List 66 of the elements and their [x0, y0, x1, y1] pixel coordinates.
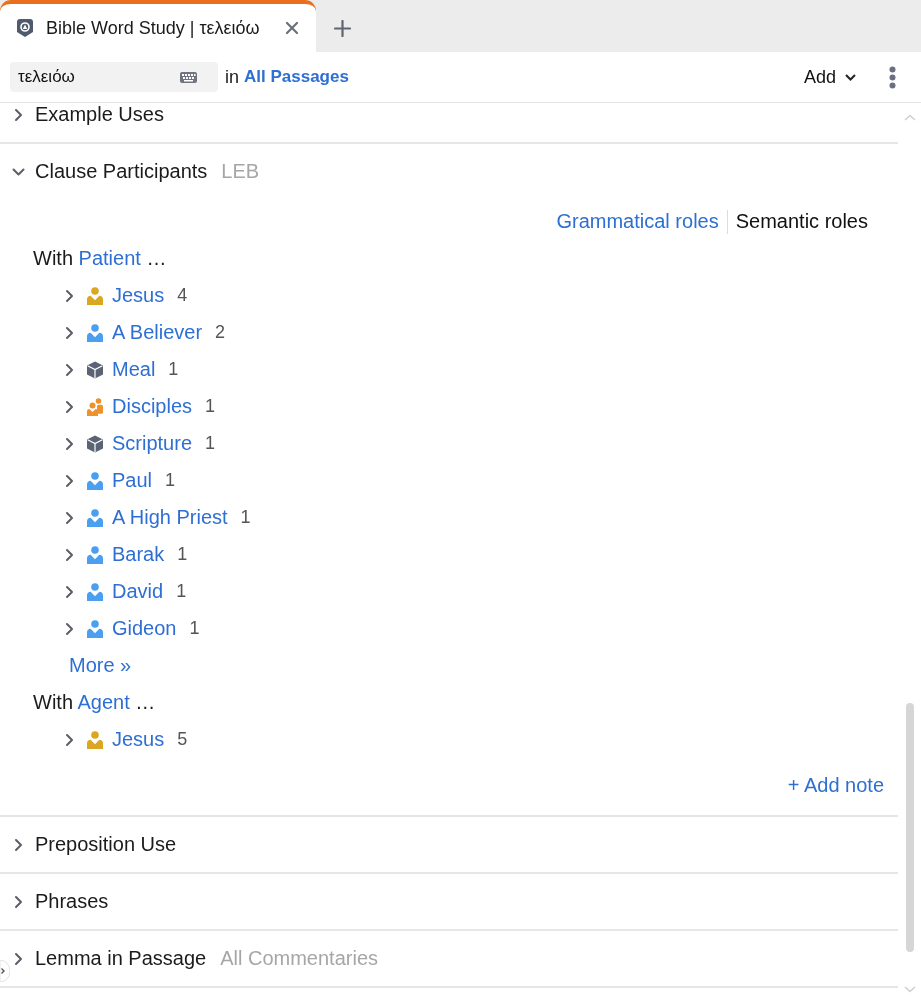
add-note-link[interactable]: + Add note	[787, 773, 884, 797]
participant-count: 2	[215, 322, 226, 343]
participant-link[interactable]: Barak	[112, 543, 165, 566]
section-subtitle: All Commentaries	[220, 947, 379, 970]
participant-link[interactable]: Gideon	[112, 617, 177, 640]
participant-count: 1	[205, 433, 216, 454]
chevron-icon[interactable]	[65, 362, 74, 377]
logo-icon	[17, 19, 33, 37]
participant-link[interactable]: Jesus	[112, 284, 165, 307]
plus-icon[interactable]	[334, 19, 351, 37]
chevron-icon[interactable]	[65, 436, 74, 451]
chevron-icon[interactable]	[14, 894, 23, 909]
role-tab[interactable]: Grammatical roles	[556, 210, 719, 233]
participant-count: 1	[165, 470, 176, 491]
participant-count: 4	[177, 285, 188, 306]
chevron-icon[interactable]	[11, 167, 26, 176]
participant-link[interactable]: Scripture	[112, 432, 193, 455]
participant-count: 1	[189, 618, 200, 639]
participant-count: 1	[176, 581, 187, 602]
chevron-icon[interactable]	[65, 732, 74, 747]
scope-link[interactable]: All Passages	[244, 67, 349, 87]
participant-link[interactable]: David	[112, 580, 164, 603]
scope-label: in	[225, 66, 239, 88]
chevron-icon[interactable]	[65, 325, 74, 340]
participant-link[interactable]: Disciples	[112, 395, 193, 418]
section-title[interactable]: Preposition Use	[35, 833, 177, 856]
group-heading: With Patient …	[33, 247, 167, 270]
close-icon[interactable]	[285, 21, 299, 35]
participant-link[interactable]: Jesus	[112, 728, 165, 751]
section-title[interactable]: Clause Participants	[35, 160, 208, 183]
add-button[interactable]: Add	[803, 66, 856, 88]
search-field[interactable]: τελειόω	[10, 62, 218, 92]
participant-count: 1	[177, 544, 188, 565]
section-subtitle: LEB	[221, 160, 260, 183]
caret-icon	[845, 73, 856, 81]
chevron-icon[interactable]	[65, 399, 74, 414]
chevron-icon[interactable]	[14, 107, 23, 122]
more-link[interactable]: More »	[69, 654, 132, 677]
chevron-icon[interactable]	[65, 473, 74, 488]
participant-link[interactable]: A Believer	[112, 321, 203, 344]
participant-link[interactable]: Paul	[112, 469, 153, 492]
role-link[interactable]: Patient	[78, 247, 141, 269]
chevron-icon[interactable]	[65, 584, 74, 599]
chevron-icon[interactable]	[65, 621, 74, 636]
participant-count: 5	[177, 729, 188, 750]
participant-count: 1	[205, 396, 216, 417]
section-title[interactable]: Example Uses	[35, 103, 164, 126]
participant-link[interactable]: Meal	[112, 358, 156, 381]
more-icon[interactable]	[889, 65, 896, 89]
chevron-icon[interactable]	[65, 510, 74, 525]
scrollbar-thumb[interactable]	[905, 703, 914, 952]
group-heading: With Agent …	[33, 691, 156, 714]
keyboard-icon[interactable]	[180, 72, 197, 83]
chevron-icon[interactable]	[14, 951, 23, 966]
chevron-icon[interactable]	[65, 547, 74, 562]
chevron-icon[interactable]	[14, 837, 23, 852]
participant-count: 1	[168, 359, 179, 380]
tab[interactable]: Bible Word Study | τελειόω	[0, 0, 316, 52]
role-link[interactable]: Agent	[77, 691, 130, 713]
participant-link[interactable]: A High Priest	[112, 506, 228, 529]
section-title[interactable]: Phrases	[35, 890, 109, 913]
role-tab[interactable]: Semantic roles	[735, 210, 868, 233]
participant-count: 1	[240, 507, 251, 528]
section-title[interactable]: Lemma in Passage	[35, 947, 207, 970]
chevron-icon[interactable]	[65, 288, 74, 303]
panel-handle-icon[interactable]	[0, 960, 10, 982]
